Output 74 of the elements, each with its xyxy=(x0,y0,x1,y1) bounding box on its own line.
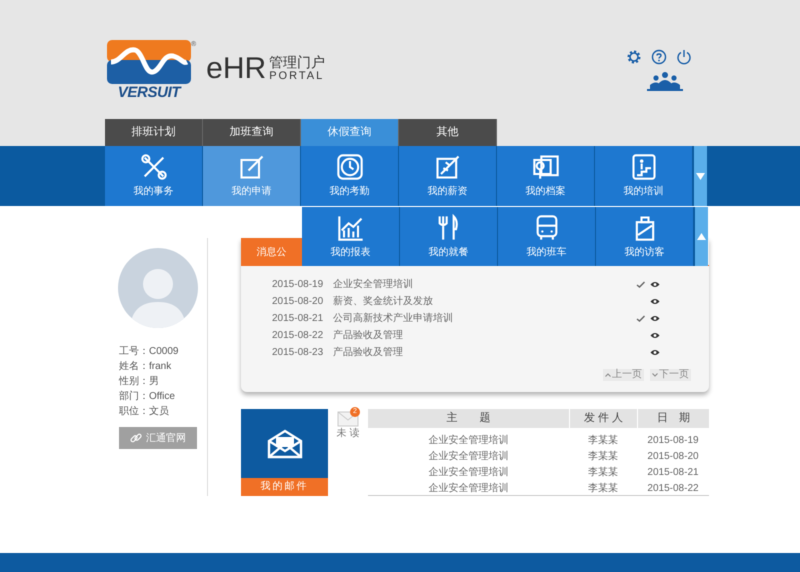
table-cell-text: 企业安全管理培训 xyxy=(428,450,510,464)
nav-tab[interactable]: 排班计划 xyxy=(105,119,203,146)
view-icon[interactable] xyxy=(650,281,660,288)
portal-subtitle: 管理门户 xyxy=(269,55,326,70)
power-icon[interactable] xyxy=(676,49,692,65)
notice-date: 2015-08-19 xyxy=(272,278,324,292)
portal-title: eHR xyxy=(206,54,266,84)
profile-info: 性别：男 xyxy=(119,374,160,389)
notice-title[interactable]: 企业安全管理培训 xyxy=(333,277,636,292)
notice-date: 2015-08-20 xyxy=(272,295,324,309)
next-page-button[interactable]: 下一页 xyxy=(650,369,691,381)
menu-tile[interactable]: 我的申请 xyxy=(203,146,300,206)
view-icon[interactable] xyxy=(650,298,660,305)
profile-info: 部门：Office xyxy=(119,390,176,404)
portal-subtitle-english: PORTAL xyxy=(269,70,326,83)
chevron-down-icon xyxy=(652,373,658,377)
notice-date: 2015-08-22 xyxy=(272,329,324,343)
nav-tab[interactable]: 休假查询 xyxy=(301,119,399,146)
notice-title[interactable]: 公司高新技术产业申请培训 xyxy=(333,311,636,326)
mail-icon xyxy=(337,411,359,427)
table-cell-text: 李某某 xyxy=(587,482,619,496)
table-cell-text: 2015-08-22 xyxy=(646,482,700,496)
column-header: 主 题 xyxy=(446,410,492,426)
menu-tile[interactable]: 我的访客 xyxy=(596,207,693,266)
chart-icon xyxy=(336,214,364,242)
menu-tile[interactable]: 我的培训 xyxy=(595,146,692,206)
view-icon[interactable] xyxy=(650,349,660,356)
stairs-icon xyxy=(630,153,658,181)
nav-tab[interactable]: 加班查询 xyxy=(203,119,301,146)
notice-title[interactable]: 产品验收及管理 xyxy=(333,328,636,343)
clock-icon xyxy=(336,153,364,181)
profile-info: 职位：文员 xyxy=(119,404,170,419)
chevron-up-icon xyxy=(605,373,611,377)
previous-page-button[interactable]: 上一页 xyxy=(603,369,644,381)
notice-tab[interactable]: 消息公 xyxy=(241,238,302,266)
view-icon[interactable] xyxy=(650,315,660,322)
table-cell-text: 企业安全管理培训 xyxy=(428,482,510,496)
link-icon xyxy=(130,432,142,444)
menu-tile[interactable]: 我的就餐 xyxy=(400,207,497,266)
edit-icon xyxy=(238,153,266,181)
view-icon[interactable] xyxy=(650,332,660,339)
table-cell-text: 李某某 xyxy=(587,434,619,448)
table-cell-text: 2015-08-21 xyxy=(646,466,700,480)
table-cell-text: 企业安全管理培训 xyxy=(428,434,510,448)
profile-info: 姓名：frank xyxy=(119,360,172,374)
tools-icon xyxy=(140,153,168,181)
menu-tile[interactable]: 我的薪资 xyxy=(399,146,496,206)
menu-tile[interactable]: 我的班车 xyxy=(498,207,595,266)
help-icon[interactable] xyxy=(651,49,667,65)
nav-tab[interactable]: 其他 xyxy=(399,119,497,146)
menu-tile[interactable]: 我的事务 xyxy=(105,146,202,206)
column-header: 日 期 xyxy=(637,409,709,428)
triangle-down-icon xyxy=(696,172,705,180)
mail-tile[interactable]: 我的邮件 xyxy=(241,409,328,496)
table-cell-text: 李某某 xyxy=(587,466,619,480)
table-cell-text: 2015-08-20 xyxy=(646,450,700,464)
column-header: 发 件 人 xyxy=(569,409,637,428)
menu-tile[interactable]: 我的档案 xyxy=(497,146,594,206)
envelope-icon xyxy=(266,428,302,458)
settings-icon[interactable] xyxy=(626,49,642,65)
notice-title[interactable]: 产品验收及管理 xyxy=(333,345,636,360)
website-link-button[interactable]: 汇通官网 xyxy=(119,427,197,449)
users-icon[interactable] xyxy=(647,71,683,91)
unread-label: 未 读 xyxy=(336,428,360,440)
table-cell-text: 李某某 xyxy=(587,450,619,464)
triangle-up-icon xyxy=(697,233,706,240)
notice-date: 2015-08-21 xyxy=(272,312,324,326)
notice-date: 2015-08-23 xyxy=(272,346,324,360)
menu-tile[interactable]: 我的考勤 xyxy=(301,146,398,206)
table-cell-text: 2015-08-19 xyxy=(646,434,700,448)
menu-tile[interactable]: 我的报表 xyxy=(302,207,399,266)
notice-title[interactable]: 薪资、奖金统计及发放 xyxy=(333,294,636,309)
table-cell-text: 企业安全管理培训 xyxy=(428,466,510,480)
profile-info: 工号：C0009 xyxy=(119,345,180,359)
